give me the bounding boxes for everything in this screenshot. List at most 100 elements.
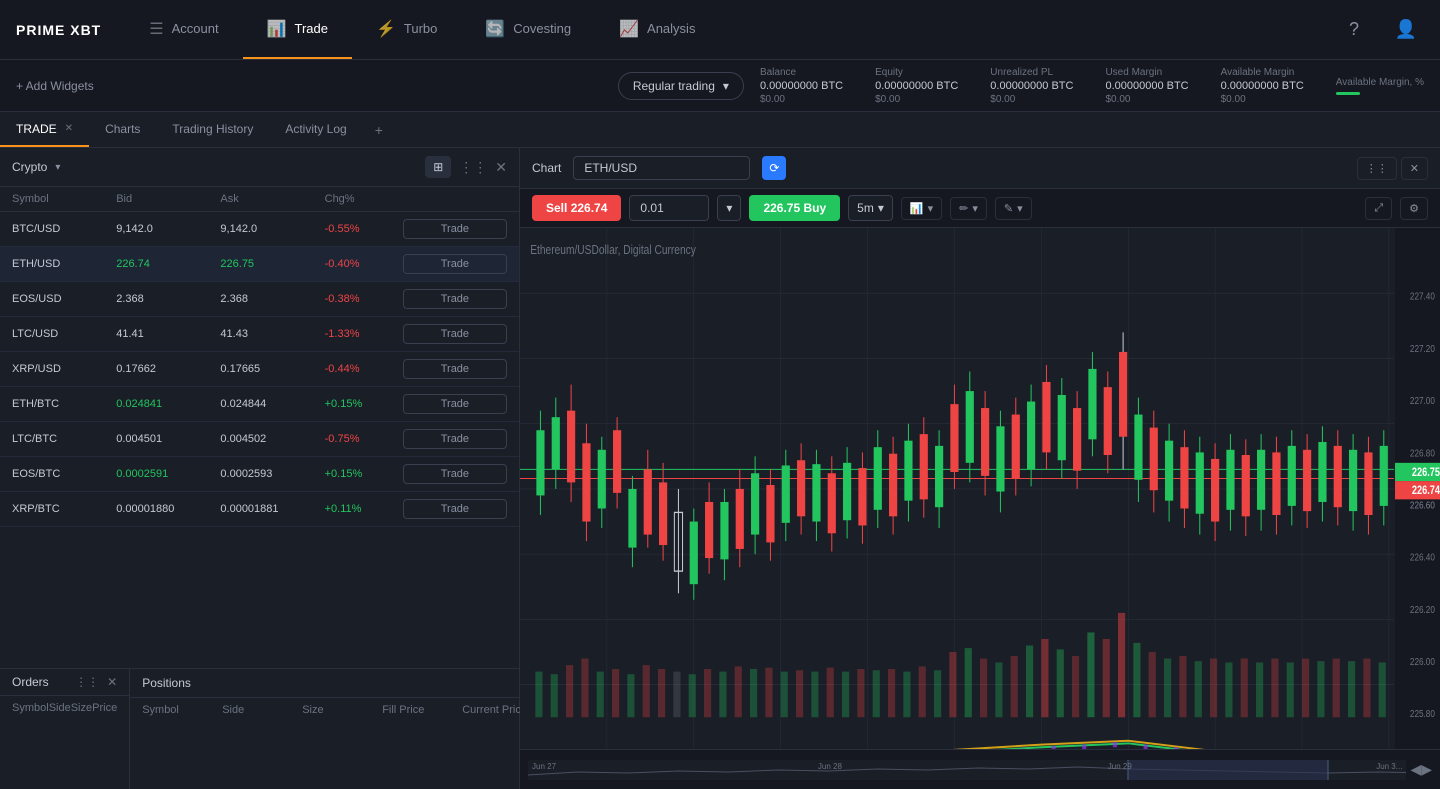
tab-charts[interactable]: Charts <box>89 112 156 147</box>
chart-svg: Ethereum/USDollar, Digital Currency <box>520 228 1440 789</box>
chart-sync-button[interactable]: ⟳ <box>762 156 786 180</box>
sell-button[interactable]: Sell 226.74 <box>532 195 621 221</box>
add-widgets-button[interactable]: + Add Widgets <box>16 79 94 93</box>
trade-button[interactable]: Trade <box>403 464 507 484</box>
orders-header: Orders ⋮⋮ ✕ <box>0 669 129 696</box>
chart-draw-button[interactable]: ✏ ▾ <box>950 197 987 220</box>
table-row[interactable]: ETH/BTC 0.024841 0.024844 +0.15% Trade <box>0 387 519 422</box>
tab-add-button[interactable]: + <box>363 122 395 138</box>
orders-col-price: Price <box>92 702 117 714</box>
help-button[interactable]: ? <box>1336 12 1372 48</box>
analysis-icon: 📈 <box>619 19 639 39</box>
cell-ask: 0.17665 <box>220 363 324 375</box>
unrealized-pl-usd: $0.00 <box>990 94 1073 105</box>
svg-text:226.40: 226.40 <box>1410 552 1435 563</box>
nav-trade-label: Trade <box>294 21 327 36</box>
quantity-input[interactable] <box>629 195 709 221</box>
top-navigation: PRIME XBT ☰ Account 📊 Trade ⚡ Turbo 🔄 Co… <box>0 0 1440 60</box>
widget-grid-button[interactable]: ⊞ <box>425 156 451 178</box>
used-margin-btc: 0.00000000 BTC <box>1105 80 1188 92</box>
cell-ask: 2.368 <box>220 293 324 305</box>
add-widgets-label: + Add Widgets <box>16 79 94 93</box>
crypto-widget: Crypto ▾ ⊞ ⋮⋮ ✕ Symbol Bid Ask Chg% <box>0 148 519 669</box>
trade-button[interactable]: Trade <box>403 289 507 309</box>
cell-chg: -1.33% <box>325 328 403 340</box>
table-row[interactable]: EOS/USD 2.368 2.368 -0.38% Trade <box>0 282 519 317</box>
table-row[interactable]: LTC/USD 41.41 41.43 -1.33% Trade <box>0 317 519 352</box>
tab-activity[interactable]: Activity Log <box>269 112 362 147</box>
indicator-chevron: ▾ <box>928 202 934 215</box>
user-button[interactable]: 👤 <box>1388 12 1424 48</box>
table-row[interactable]: LTC/BTC 0.004501 0.004502 -0.75% Trade <box>0 422 519 457</box>
pos-col-size: Size <box>302 704 382 716</box>
bottom-split: Orders ⋮⋮ ✕ Symbol Side Size Price Posit… <box>0 669 519 789</box>
cell-bid: 0.17662 <box>116 363 220 375</box>
trade-button[interactable]: Trade <box>403 394 507 414</box>
chart-indicator-button[interactable]: 📊 ▾ <box>901 197 942 220</box>
crypto-title-label: Crypto <box>12 160 47 174</box>
col-bid: Bid <box>116 193 220 205</box>
trade-button[interactable]: Trade <box>403 359 507 379</box>
table-row[interactable]: XRP/BTC 0.00001880 0.00001881 +0.11% Tra… <box>0 492 519 527</box>
available-margin-indicator <box>1336 92 1360 95</box>
chart-pair-input[interactable] <box>573 156 750 180</box>
nav-account[interactable]: ☰ Account <box>125 0 242 59</box>
nav-trade[interactable]: 📊 Trade <box>243 0 352 59</box>
cell-symbol: EOS/USD <box>12 293 116 305</box>
chart-settings-button[interactable]: ⚙ <box>1400 197 1428 220</box>
timeframe-select[interactable]: 5m ▾ <box>848 195 893 221</box>
cell-ask: 0.0002593 <box>220 468 324 480</box>
table-row[interactable]: EOS/BTC 0.0002591 0.0002593 +0.15% Trade <box>0 457 519 492</box>
orders-columns: Symbol Side Size Price <box>0 696 129 720</box>
table-header: Symbol Bid Ask Chg% <box>0 187 519 212</box>
tab-history[interactable]: Trading History <box>156 112 269 147</box>
trading-type-select[interactable]: Regular trading ▾ <box>618 72 744 100</box>
balance-item: Balance 0.00000000 BTC $0.00 <box>760 67 843 105</box>
nav-covesting[interactable]: 🔄 Covesting <box>461 0 595 59</box>
orders-col-size: Size <box>71 702 92 714</box>
balance-btc: 0.00000000 BTC <box>760 80 843 92</box>
chart-fullscreen-button[interactable]: ⤢ <box>1365 197 1392 220</box>
crypto-widget-title[interactable]: Crypto ▾ <box>12 160 60 174</box>
nav-analysis[interactable]: 📈 Analysis <box>595 0 719 59</box>
orders-close[interactable]: ✕ <box>107 675 117 689</box>
cell-symbol: EOS/BTC <box>12 468 116 480</box>
nav-account-label: Account <box>172 21 219 36</box>
trade-button[interactable]: Trade <box>403 499 507 519</box>
balance-usd: $0.00 <box>760 94 843 105</box>
nav-items: ☰ Account 📊 Trade ⚡ Turbo 🔄 Covesting 📈 … <box>125 0 1336 59</box>
table-row[interactable]: ETH/USD 226.74 226.75 -0.40% Trade <box>0 247 519 282</box>
available-margin-btc: 0.00000000 BTC <box>1221 80 1304 92</box>
orders-menu[interactable]: ⋮⋮ <box>75 675 99 689</box>
used-margin-label: Used Margin <box>1105 67 1188 78</box>
logo[interactable]: PRIME XBT <box>16 22 101 38</box>
buy-price: 226.75 <box>763 201 800 215</box>
tab-trade[interactable]: TRADE ✕ <box>0 112 89 147</box>
col-chg: Chg% <box>325 193 403 205</box>
trade-button[interactable]: Trade <box>403 429 507 449</box>
widget-drag-handle[interactable]: ⋮⋮ <box>459 159 487 176</box>
chart-title: Chart <box>532 161 561 175</box>
chart-settings2-button[interactable]: ✎ ▾ <box>995 197 1032 220</box>
available-margin-usd: $0.00 <box>1221 94 1304 105</box>
trading-type-label: Regular trading <box>633 79 715 93</box>
used-margin-usd: $0.00 <box>1105 94 1188 105</box>
trade-button[interactable]: Trade <box>403 324 507 344</box>
tab-trade-close[interactable]: ✕ <box>65 123 73 134</box>
widget-close-button[interactable]: ✕ <box>495 159 507 176</box>
table-row[interactable]: BTC/USD 9,142.0 9,142.0 -0.55% Trade <box>0 212 519 247</box>
chart-header: Chart ⟳ ⋮⋮ ✕ <box>520 148 1440 189</box>
quantity-unit-select[interactable]: ▾ <box>717 195 741 221</box>
buy-label: Buy <box>803 201 826 215</box>
pos-col-symbol: Symbol <box>142 704 222 716</box>
trade-button[interactable]: Trade <box>403 219 507 239</box>
nav-turbo[interactable]: ⚡ Turbo <box>352 0 461 59</box>
chart-area: Ethereum/USDollar, Digital Currency <box>520 228 1440 789</box>
cell-bid: 9,142.0 <box>116 223 220 235</box>
chart-close-button[interactable]: ✕ <box>1401 157 1428 180</box>
buy-button[interactable]: 226.75 Buy <box>749 195 840 221</box>
cell-symbol: ETH/BTC <box>12 398 116 410</box>
chart-menu-button[interactable]: ⋮⋮ <box>1357 157 1397 180</box>
table-row[interactable]: XRP/USD 0.17662 0.17665 -0.44% Trade <box>0 352 519 387</box>
trade-button[interactable]: Trade <box>403 254 507 274</box>
